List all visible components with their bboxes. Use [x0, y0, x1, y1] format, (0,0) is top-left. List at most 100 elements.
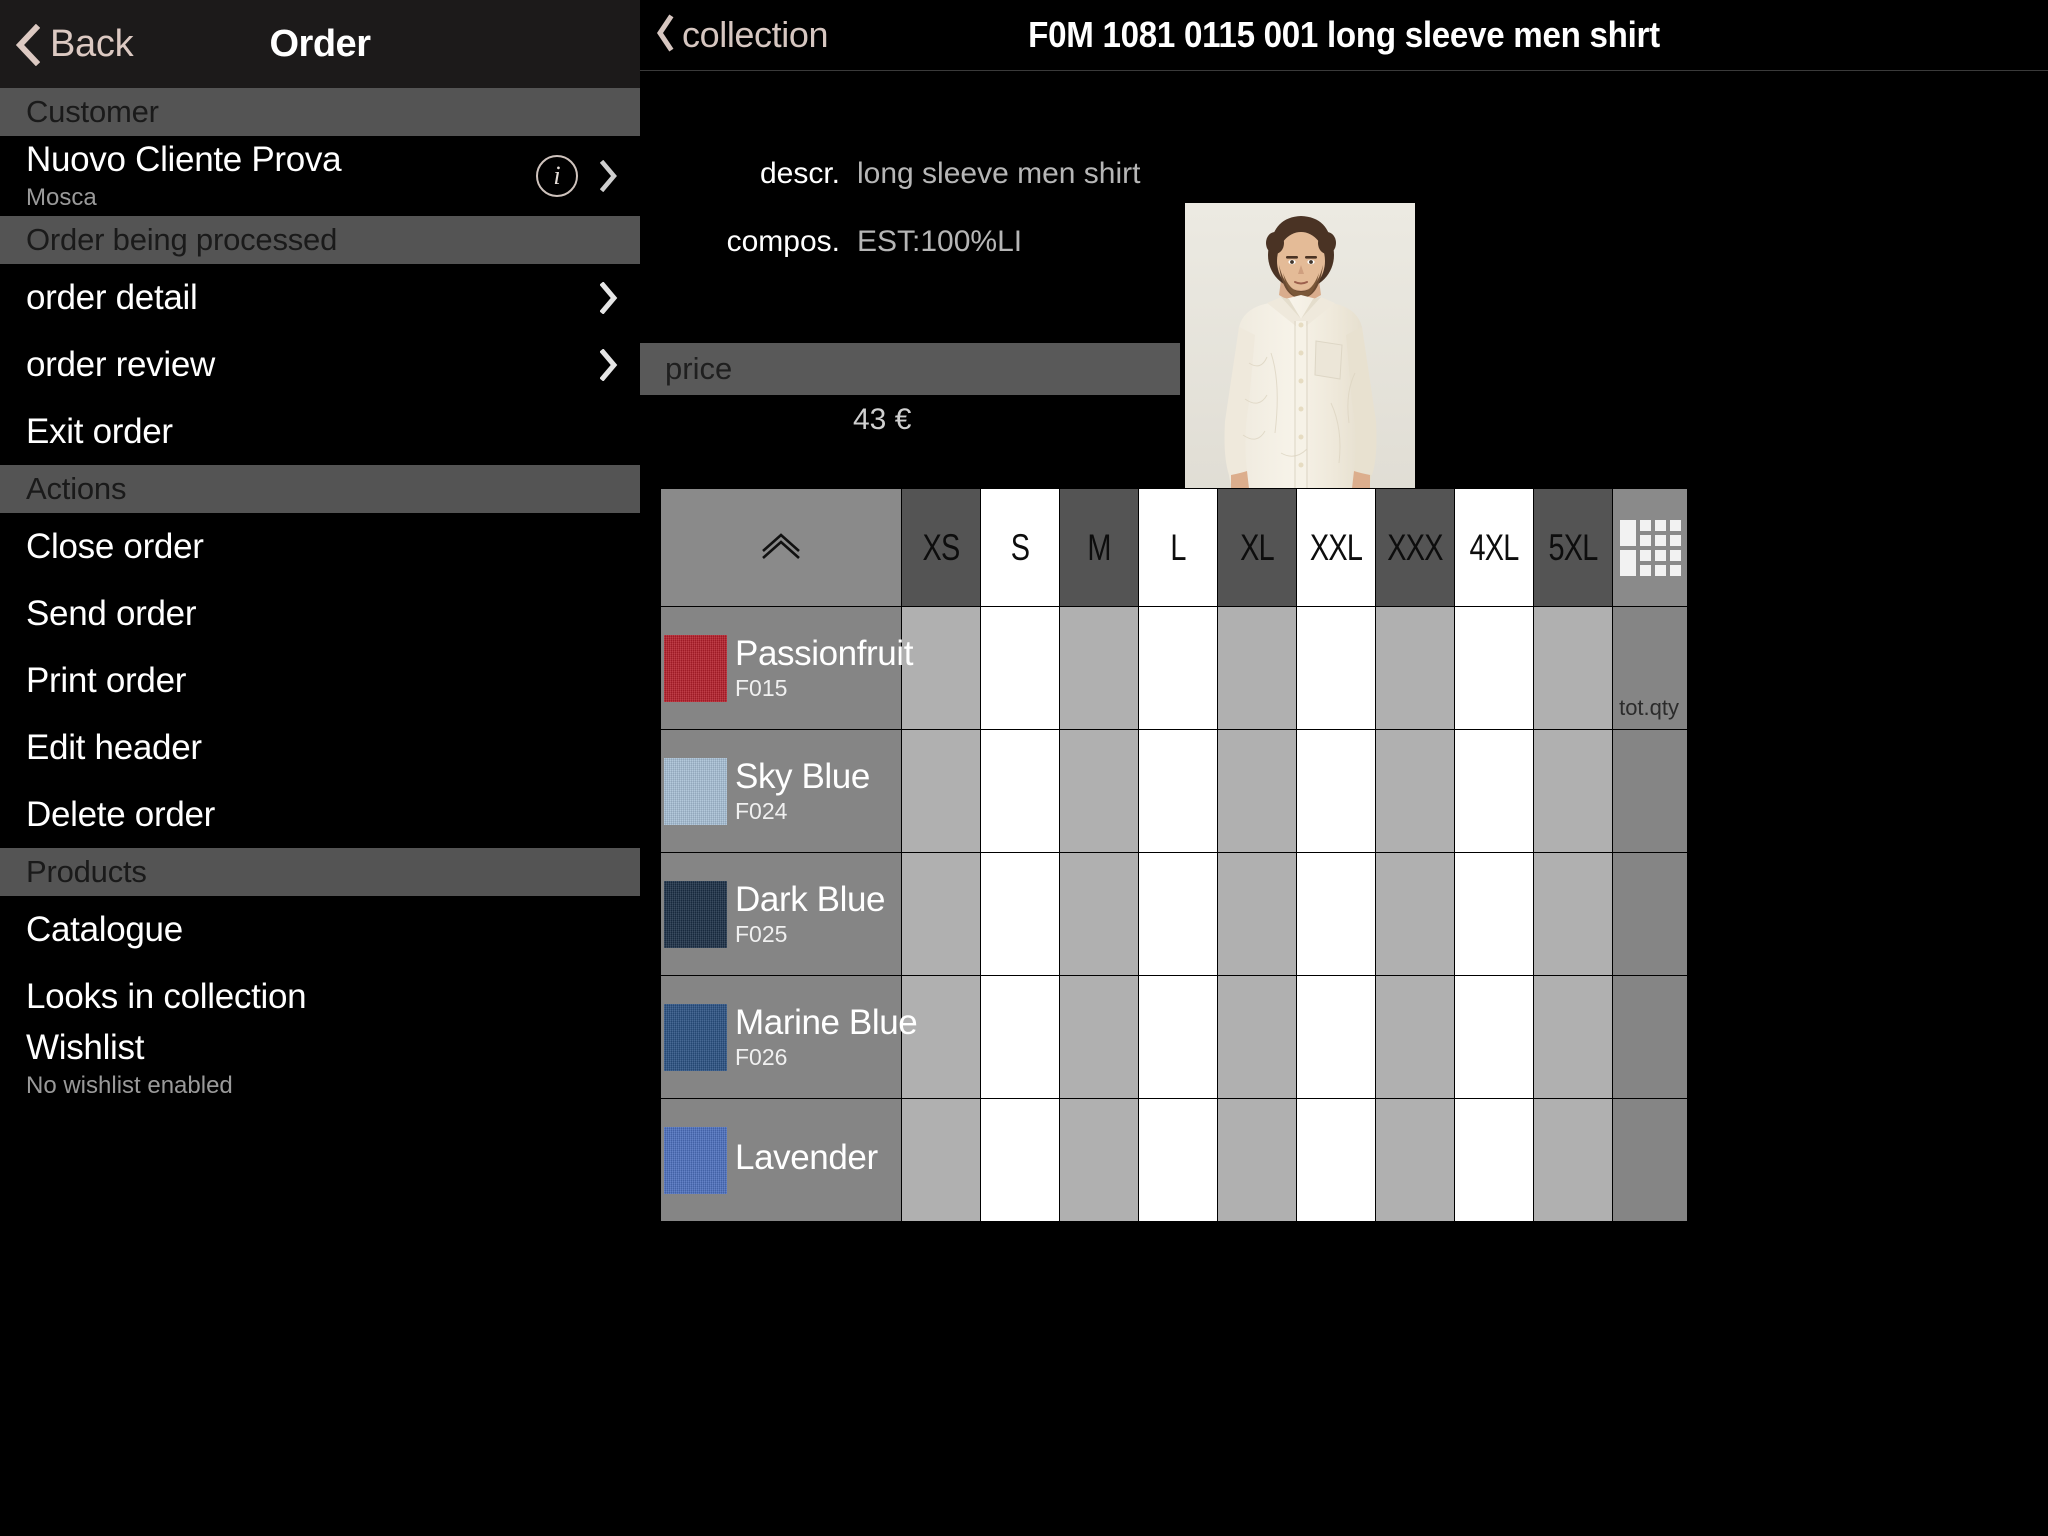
color-code: F024	[735, 798, 788, 824]
size-header-s[interactable]: S	[980, 488, 1061, 607]
qty-cell-5xl[interactable]	[1533, 975, 1614, 1099]
color-cell[interactable]: Passionfruit F015	[660, 606, 913, 730]
qty-cell-l[interactable]	[1138, 1098, 1219, 1222]
qty-cell-s[interactable]	[980, 1098, 1061, 1222]
qty-cell-xs[interactable]	[901, 606, 982, 730]
size-label: XXX	[1387, 526, 1443, 568]
qty-cell-5xl[interactable]	[1533, 1098, 1614, 1222]
qty-cell-xxl[interactable]	[1296, 606, 1377, 730]
qty-cell-xxx[interactable]	[1375, 852, 1456, 976]
sidebar-item-exit-order[interactable]: Exit order	[0, 398, 640, 465]
size-header-l[interactable]: L	[1138, 488, 1219, 607]
size-header-xl[interactable]: XL	[1217, 488, 1298, 607]
qty-cell-s[interactable]	[980, 975, 1061, 1099]
field-descr-label: descr.	[759, 157, 840, 190]
size-header-xxx[interactable]: XXX	[1375, 488, 1456, 607]
qty-cell-m[interactable]	[1059, 852, 1140, 976]
grid-view-header-cell[interactable]	[1612, 488, 1688, 607]
sidebar-item-label: order detail	[26, 278, 198, 317]
qty-cell-xxx[interactable]	[1375, 606, 1456, 730]
info-icon[interactable]: i	[536, 155, 578, 197]
color-cell[interactable]: Marine Blue F026	[660, 975, 918, 1099]
color-swatch	[664, 757, 727, 825]
qty-cell-xxl[interactable]	[1296, 729, 1377, 853]
qty-cell-m[interactable]	[1059, 606, 1140, 730]
section-header-actions: Actions	[0, 465, 640, 513]
size-label: XS	[922, 526, 961, 568]
table-row[interactable]: Passionfruit F015 tot.qty	[660, 606, 1688, 730]
qty-cell-4xl[interactable]	[1454, 852, 1535, 976]
sidebar-item-catalogue[interactable]: Catalogue	[0, 896, 640, 963]
qty-cell-xl[interactable]	[1217, 606, 1298, 730]
qty-cell-xxl[interactable]	[1296, 975, 1377, 1099]
qty-cell-xxx[interactable]	[1375, 729, 1456, 853]
sidebar-item-looks-in-collection[interactable]: Looks in collection	[0, 963, 640, 1030]
qty-cell-5xl[interactable]	[1533, 606, 1614, 730]
sidebar-item-customer[interactable]: Nuovo Cliente Prova Mosca i	[0, 136, 640, 216]
sidebar-item-order-detail[interactable]: order detail	[0, 264, 640, 331]
qty-cell-4xl[interactable]	[1454, 606, 1535, 730]
total-qty-cell	[1612, 975, 1688, 1099]
qty-cell-s[interactable]	[980, 606, 1061, 730]
sidebar-item-print-order[interactable]: Print order	[0, 647, 640, 714]
price-value: 43 €	[853, 403, 912, 436]
qty-cell-m[interactable]	[1059, 729, 1140, 853]
sidebar-item-delete-order[interactable]: Delete order	[0, 781, 640, 848]
qty-cell-4xl[interactable]	[1454, 1098, 1535, 1222]
size-header-4xl[interactable]: 4XL	[1454, 488, 1535, 607]
size-label: S	[1010, 526, 1030, 568]
sidebar-item-send-order[interactable]: Send order	[0, 580, 640, 647]
collapse-header-cell[interactable]	[660, 488, 903, 607]
qty-cell-xs[interactable]	[901, 852, 982, 976]
table-row[interactable]: Marine Blue F026	[660, 975, 1688, 1099]
qty-cell-4xl[interactable]	[1454, 729, 1535, 853]
qty-cell-5xl[interactable]	[1533, 852, 1614, 976]
qty-cell-l[interactable]	[1138, 975, 1219, 1099]
size-header-xs[interactable]: XS	[901, 488, 982, 607]
qty-cell-l[interactable]	[1138, 729, 1219, 853]
qty-cell-xxl[interactable]	[1296, 1098, 1377, 1222]
sidebar-item-edit-header[interactable]: Edit header	[0, 714, 640, 781]
size-header-5xl[interactable]: 5XL	[1533, 488, 1614, 607]
qty-cell-xl[interactable]	[1217, 975, 1298, 1099]
qty-cell-m[interactable]	[1059, 1098, 1140, 1222]
qty-cell-xs[interactable]	[901, 729, 982, 853]
qty-cell-xl[interactable]	[1217, 852, 1298, 976]
collection-back-button[interactable]: collection	[654, 14, 828, 57]
qty-cell-m[interactable]	[1059, 975, 1140, 1099]
qty-cell-5xl[interactable]	[1533, 729, 1614, 853]
qty-cell-s[interactable]	[980, 852, 1061, 976]
sidebar-item-wishlist[interactable]: Wishlist No wishlist enabled	[0, 1030, 640, 1097]
qty-cell-s[interactable]	[980, 729, 1061, 853]
color-swatch	[664, 634, 727, 702]
qty-cell-xs[interactable]	[901, 1098, 982, 1222]
sidebar-item-close-order[interactable]: Close order	[0, 513, 640, 580]
qty-cell-xxx[interactable]	[1375, 1098, 1456, 1222]
order-sidebar: Back Order Customer Nuovo Cliente Prova …	[0, 0, 640, 1536]
color-swatch	[664, 1003, 727, 1071]
product-detail-panel: collection F0M 1081 0115 001 long sleeve…	[640, 0, 2048, 1536]
color-cell[interactable]: Dark Blue F025	[660, 852, 903, 976]
size-header-m[interactable]: M	[1059, 488, 1140, 607]
double-chevron-up-icon	[759, 533, 803, 563]
back-button[interactable]: Back	[14, 23, 134, 66]
order-review-accessory	[599, 347, 618, 382]
color-cell[interactable]: Lavender	[660, 1098, 903, 1222]
size-label: L	[1170, 526, 1187, 568]
table-row[interactable]: Sky Blue F024	[660, 729, 1688, 853]
table-row[interactable]: Dark Blue F025	[660, 852, 1688, 976]
sidebar-item-order-review[interactable]: order review	[0, 331, 640, 398]
qty-cell-xl[interactable]	[1217, 1098, 1298, 1222]
size-header-xxl[interactable]: XXL	[1296, 488, 1377, 607]
qty-cell-xl[interactable]	[1217, 729, 1298, 853]
qty-cell-4xl[interactable]	[1454, 975, 1535, 1099]
total-qty-cell: tot.qty	[1612, 606, 1688, 730]
color-cell[interactable]: Sky Blue F024	[660, 729, 903, 853]
qty-cell-xxx[interactable]	[1375, 975, 1456, 1099]
qty-cell-xxl[interactable]	[1296, 852, 1377, 976]
size-color-matrix[interactable]: XS S M L XL XXL XXX 4XL 5XL Passionfruit…	[660, 488, 2048, 1536]
sidebar-item-label: Delete order	[26, 795, 216, 834]
qty-cell-l[interactable]	[1138, 852, 1219, 976]
table-row[interactable]: Lavender	[660, 1098, 1688, 1222]
qty-cell-l[interactable]	[1138, 606, 1219, 730]
